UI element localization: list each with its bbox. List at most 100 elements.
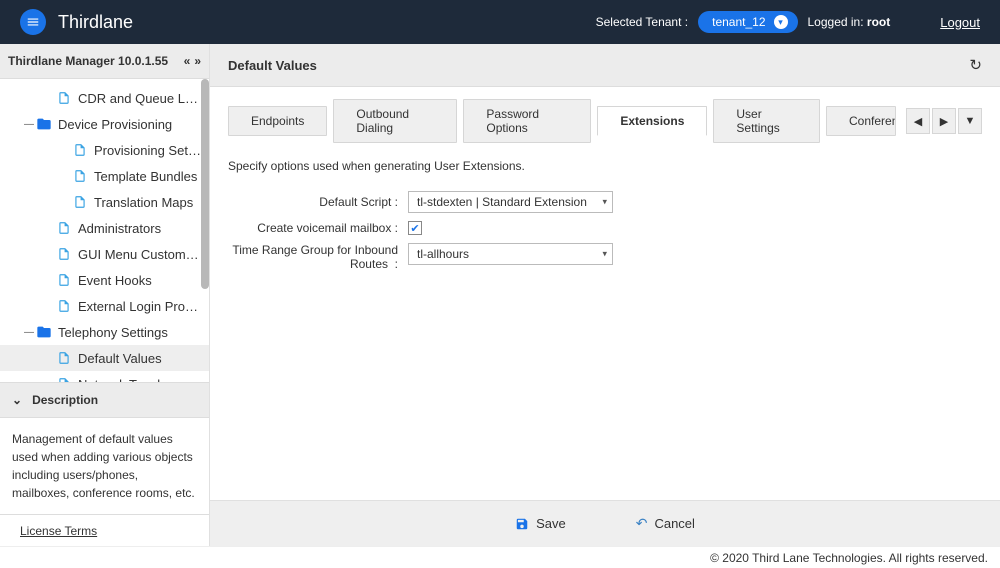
sidebar-item-gui-menu-customiz[interactable]: GUI Menu Customiz… bbox=[0, 241, 209, 267]
cancel-label: Cancel bbox=[654, 516, 694, 531]
sidebar-item-label: CDR and Queue Logs bbox=[78, 91, 201, 106]
expand-all-icon[interactable]: » bbox=[194, 54, 201, 68]
description-body: Management of default values used when a… bbox=[0, 418, 209, 514]
sidebar-item-label: Translation Maps bbox=[94, 195, 193, 210]
header-right: Selected Tenant : tenant_12 ▾ Logged in:… bbox=[596, 11, 980, 33]
save-label: Save bbox=[536, 516, 566, 531]
content-header: Default Values ↻ bbox=[210, 44, 1000, 87]
sidebar-title: Thirdlane Manager 10.0.1.55 bbox=[8, 54, 168, 68]
folder-icon bbox=[36, 324, 52, 340]
default-script-value: tl-stdexten | Standard Extension bbox=[417, 195, 587, 209]
copyright: © 2020 Third Lane Technologies. All righ… bbox=[710, 551, 988, 565]
refresh-icon[interactable]: ↻ bbox=[969, 56, 982, 74]
sidebar-item-telephony-settings[interactable]: — Telephony Settings bbox=[0, 319, 209, 345]
logged-in-label: Logged in: root bbox=[808, 15, 891, 29]
tab-menu-button[interactable]: ▼ bbox=[958, 108, 982, 134]
description-header[interactable]: ⌄ Description bbox=[0, 383, 209, 418]
file-icon bbox=[72, 142, 88, 158]
sidebar-item-label: Provisioning Setti… bbox=[94, 143, 201, 158]
logout-link[interactable]: Logout bbox=[940, 15, 980, 30]
sidebar-item-label: Device Provisioning bbox=[58, 117, 172, 132]
save-icon bbox=[515, 517, 529, 531]
sidebar-item-label: Template Bundles bbox=[94, 169, 197, 184]
footer: © 2020 Third Lane Technologies. All righ… bbox=[0, 546, 1000, 568]
top-header: Thirdlane Selected Tenant : tenant_12 ▾ … bbox=[0, 0, 1000, 44]
file-icon bbox=[56, 246, 72, 262]
sidebar-item-cdr-and-queue-logs[interactable]: CDR and Queue Logs bbox=[0, 85, 209, 111]
sidebar-item-default-values[interactable]: Default Values bbox=[0, 345, 209, 371]
expander-icon[interactable]: — bbox=[22, 327, 36, 338]
sidebar-item-label: Administrators bbox=[78, 221, 161, 236]
voicemail-label: Create voicemail mailbox : bbox=[228, 221, 408, 235]
sidebar-item-provisioning-setti[interactable]: Provisioning Setti… bbox=[0, 137, 209, 163]
sidebar-item-label: Telephony Settings bbox=[58, 325, 168, 340]
voicemail-checkbox[interactable]: ✔ bbox=[408, 221, 422, 235]
expander-icon[interactable]: — bbox=[22, 119, 36, 130]
file-icon bbox=[56, 272, 72, 288]
tenant-selector[interactable]: tenant_12 ▾ bbox=[698, 11, 797, 33]
row-time-range: Time Range Group for InboundRoutes : tl-… bbox=[228, 243, 982, 272]
sidebar-item-device-provisioning[interactable]: — Device Provisioning bbox=[0, 111, 209, 137]
sidebar-item-administrators[interactable]: Administrators bbox=[0, 215, 209, 241]
license-row: License Terms bbox=[0, 514, 209, 546]
cancel-button[interactable]: ↶ Cancel bbox=[636, 515, 695, 532]
sidebar-item-label: External Login Provi… bbox=[78, 299, 201, 314]
chevron-down-icon: ⌄ bbox=[12, 393, 22, 407]
sidebar-item-external-login-provi[interactable]: External Login Provi… bbox=[0, 293, 209, 319]
sidebar-item-label: Network Topology bbox=[78, 377, 181, 383]
logged-in-user: root bbox=[867, 15, 890, 29]
folder-icon bbox=[36, 116, 52, 132]
time-range-label: Time Range Group for InboundRoutes : bbox=[228, 243, 408, 272]
page-title: Default Values bbox=[228, 58, 317, 73]
tabs-row: EndpointsOutbound DialingPassword Option… bbox=[210, 87, 1000, 143]
tab-prev-button[interactable]: ◀ bbox=[906, 108, 930, 134]
sidebar-item-label: GUI Menu Customiz… bbox=[78, 247, 201, 262]
save-button[interactable]: Save bbox=[515, 516, 566, 531]
sidebar-item-template-bundles[interactable]: Template Bundles bbox=[0, 163, 209, 189]
tab-user-settings[interactable]: User Settings bbox=[713, 99, 820, 143]
time-range-value: tl-allhours bbox=[417, 247, 469, 261]
default-script-label: Default Script : bbox=[228, 195, 408, 209]
tab-nav: ◀ ▶ ▼ bbox=[906, 108, 982, 134]
file-icon bbox=[72, 194, 88, 210]
file-icon bbox=[56, 298, 72, 314]
file-icon bbox=[56, 376, 72, 382]
sidebar-item-translation-maps[interactable]: Translation Maps bbox=[0, 189, 209, 215]
tab-extensions[interactable]: Extensions bbox=[597, 106, 707, 136]
sidebar-item-label: Default Values bbox=[78, 351, 162, 366]
description-panel: ⌄ Description Management of default valu… bbox=[0, 382, 209, 514]
sidebar-item-event-hooks[interactable]: Event Hooks bbox=[0, 267, 209, 293]
check-icon: ✔ bbox=[410, 222, 419, 235]
brand-name: Thirdlane bbox=[58, 12, 133, 33]
row-voicemail: Create voicemail mailbox : ✔ bbox=[228, 221, 982, 235]
row-default-script: Default Script : tl-stdexten | Standard … bbox=[228, 191, 982, 213]
sidebar-item-network-topology[interactable]: Network Topology bbox=[0, 371, 209, 382]
file-icon bbox=[56, 350, 72, 366]
brand-logo-icon bbox=[20, 9, 46, 35]
action-bar: Save ↶ Cancel bbox=[210, 500, 1000, 546]
undo-icon: ↶ bbox=[636, 515, 648, 532]
chevron-down-icon: ▾ bbox=[774, 15, 788, 29]
file-icon bbox=[56, 90, 72, 106]
time-range-select[interactable]: tl-allhours bbox=[408, 243, 613, 265]
tab-conferenc[interactable]: Conferenc bbox=[826, 106, 896, 136]
content-body: Specify options used when generating Use… bbox=[210, 143, 1000, 500]
content-area: Default Values ↻ EndpointsOutbound Diali… bbox=[210, 44, 1000, 546]
scrollbar-thumb[interactable] bbox=[201, 79, 209, 289]
tab-outbound-dialing[interactable]: Outbound Dialing bbox=[333, 99, 457, 143]
sidebar-header: Thirdlane Manager 10.0.1.55 « » bbox=[0, 44, 209, 79]
collapse-all-icon[interactable]: « bbox=[184, 54, 191, 68]
sidebar-item-label: Event Hooks bbox=[78, 273, 152, 288]
tab-password-options[interactable]: Password Options bbox=[463, 99, 591, 143]
file-icon bbox=[56, 220, 72, 236]
description-title: Description bbox=[32, 393, 98, 407]
license-link[interactable]: License Terms bbox=[20, 524, 97, 538]
selected-tenant-label: Selected Tenant : bbox=[596, 15, 689, 29]
default-script-select[interactable]: tl-stdexten | Standard Extension bbox=[408, 191, 613, 213]
tab-endpoints[interactable]: Endpoints bbox=[228, 106, 327, 136]
nav-tree: CDR and Queue Logs — Device Provisioning Pr… bbox=[0, 79, 209, 382]
sidebar: Thirdlane Manager 10.0.1.55 « » CDR and … bbox=[0, 44, 210, 546]
tab-next-button[interactable]: ▶ bbox=[932, 108, 956, 134]
tenant-name: tenant_12 bbox=[712, 15, 765, 29]
instruction-text: Specify options used when generating Use… bbox=[228, 159, 982, 173]
